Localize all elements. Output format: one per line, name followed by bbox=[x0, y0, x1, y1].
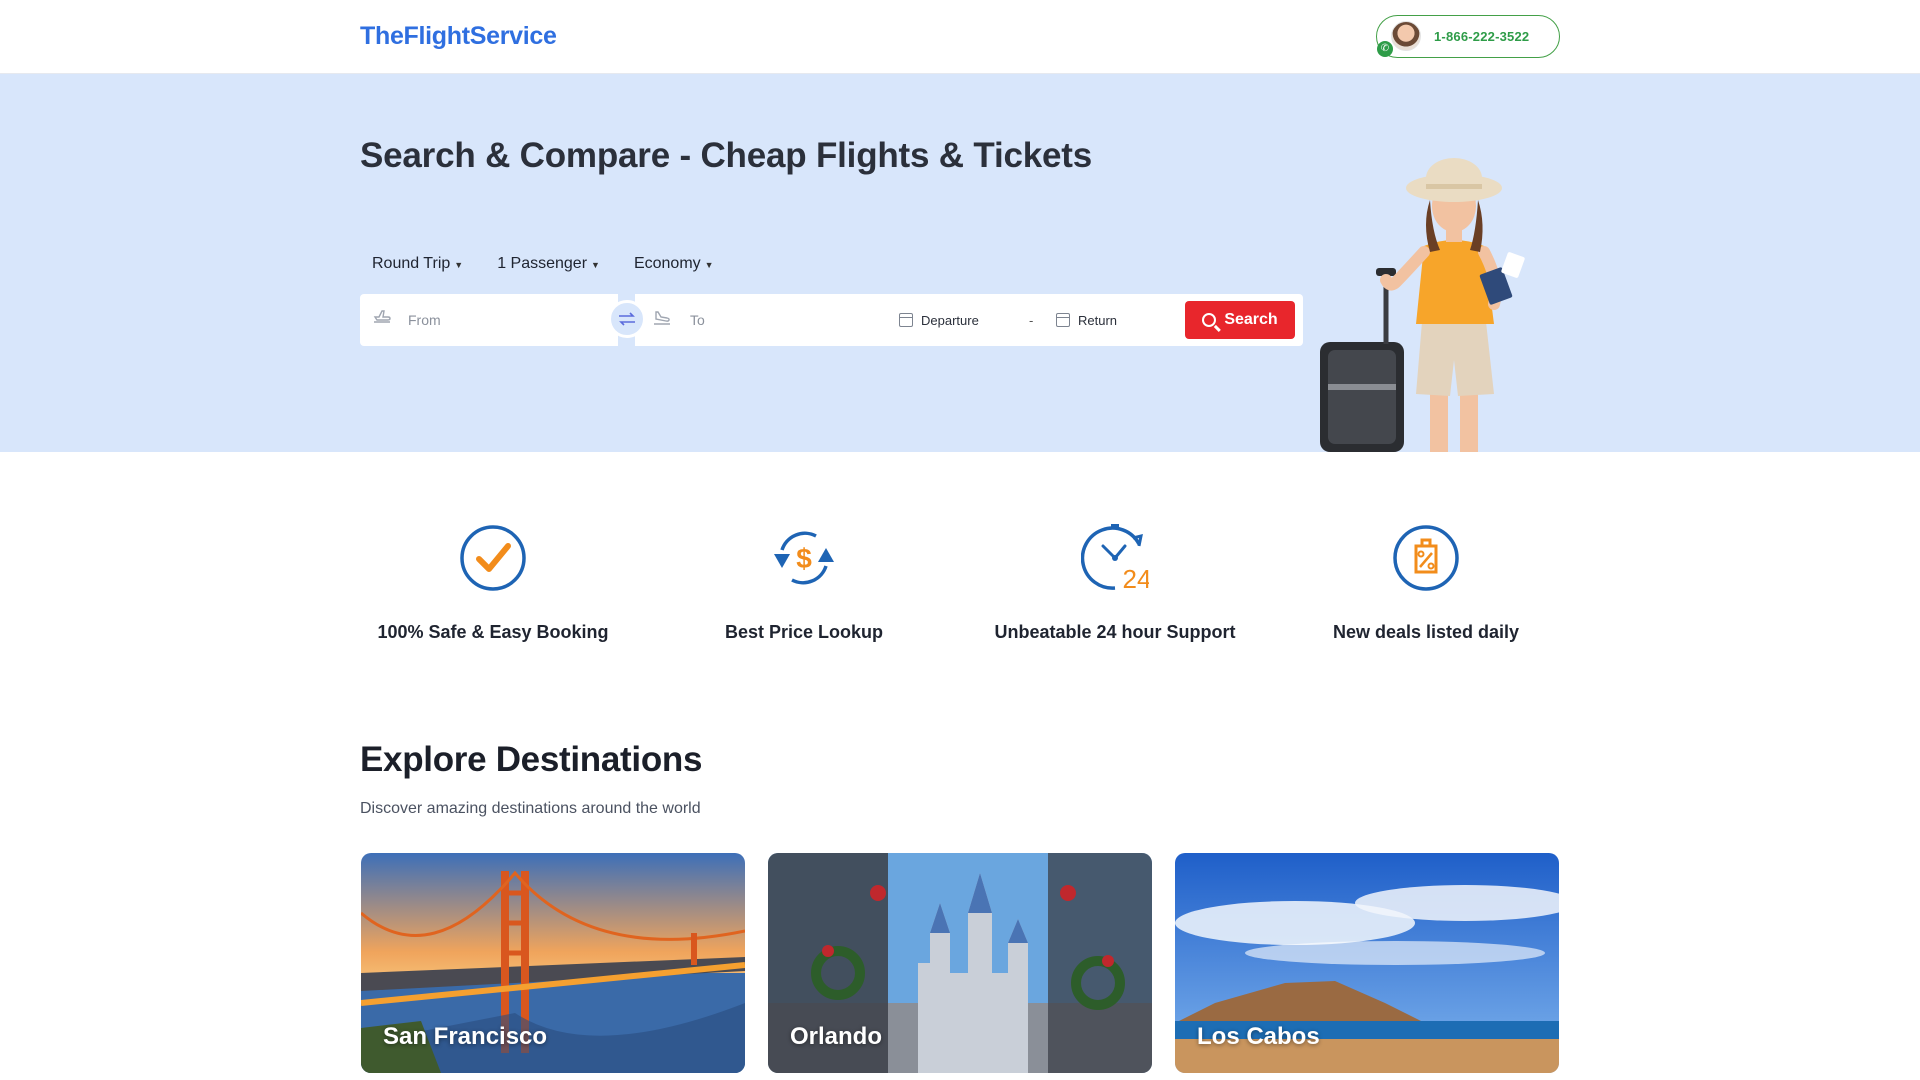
to-placeholder[interactable]: To bbox=[690, 312, 705, 328]
destination-name: Los Cabos bbox=[1197, 1023, 1320, 1050]
from-placeholder: From bbox=[408, 312, 441, 328]
chevron-down-icon: ▼ bbox=[704, 260, 714, 270]
feature-safe-booking: 100% Safe & Easy Booking bbox=[363, 524, 623, 645]
hero-search-section: Search & Compare - Cheap Flights & Ticke… bbox=[0, 74, 1920, 452]
date-separator: - bbox=[1029, 313, 1034, 328]
destination-card-los-cabos[interactable]: Los Cabos bbox=[1175, 853, 1559, 1073]
from-field[interactable]: From bbox=[360, 294, 618, 346]
check-circle-icon bbox=[460, 525, 526, 591]
feature-label: Best Price Lookup bbox=[724, 622, 884, 642]
page-title: Search & Compare - Cheap Flights & Ticke… bbox=[360, 136, 1092, 175]
trip-type-dropdown[interactable]: Round Trip ▼ bbox=[360, 255, 475, 273]
chevron-down-icon: ▼ bbox=[591, 260, 600, 270]
swap-airports-button[interactable] bbox=[608, 300, 646, 338]
feature-label: New deals listed daily bbox=[1332, 622, 1520, 642]
passenger-label: 1 Passenger bbox=[497, 255, 588, 272]
cabin-class-dropdown[interactable]: Economy ▼ bbox=[622, 255, 726, 273]
feature-best-price: $ Best Price Lookup bbox=[674, 524, 934, 645]
feature-support: 24 Unbeatable 24 hour Support bbox=[985, 524, 1245, 645]
section-title: Explore Destinations bbox=[360, 740, 703, 779]
cabin-class-label: Economy bbox=[633, 255, 701, 272]
feature-label: Unbeatable 24 hour Support bbox=[994, 622, 1236, 642]
destination-name: San Francisco bbox=[383, 1023, 548, 1050]
search-button[interactable]: Search bbox=[1185, 301, 1295, 339]
feature-label: 100% Safe & Easy Booking bbox=[377, 622, 609, 642]
return-field[interactable]: Return bbox=[1078, 313, 1117, 328]
svg-text:$: $ bbox=[796, 543, 812, 574]
svg-text:24: 24 bbox=[1123, 564, 1149, 592]
section-subtitle: Discover amazing destinations around the… bbox=[360, 800, 701, 817]
search-icon bbox=[1202, 313, 1217, 327]
chevron-down-icon: ▼ bbox=[454, 260, 464, 270]
destination-name: Orlando bbox=[790, 1023, 883, 1050]
deal-tag-icon bbox=[1393, 525, 1459, 591]
calendar-icon bbox=[1056, 313, 1070, 327]
call-phone-button[interactable]: ✆ 1-866-222-3522 bbox=[1376, 15, 1560, 58]
swap-arrows-icon bbox=[619, 312, 635, 326]
trip-type-label: Round Trip bbox=[372, 255, 451, 272]
departure-field[interactable]: Departure bbox=[921, 313, 979, 328]
traveler-illustration bbox=[1320, 158, 1525, 452]
site-logo[interactable]: TheFlightService bbox=[360, 22, 557, 51]
trip-options: Round Trip ▼ 1 Passenger ▼ Economy ▼ bbox=[360, 255, 726, 273]
calendar-icon bbox=[899, 313, 913, 327]
price-refresh-icon: $ bbox=[774, 531, 834, 585]
site-header: TheFlightService ✆ 1-866-222-3522 bbox=[0, 0, 1920, 74]
feature-new-deals: New deals listed daily bbox=[1296, 524, 1556, 645]
search-button-label: Search bbox=[1224, 311, 1278, 328]
destination-card-orlando[interactable]: Orlando bbox=[768, 853, 1152, 1073]
plane-landing-icon bbox=[652, 308, 672, 331]
24-hour-clock-icon: 24 bbox=[1080, 524, 1151, 594]
phone-number: 1-866-222-3522 bbox=[1434, 29, 1530, 44]
destination-card-san-francisco[interactable]: San Francisco bbox=[361, 853, 745, 1073]
agent-avatar bbox=[1391, 21, 1421, 51]
passenger-dropdown[interactable]: 1 Passenger ▼ bbox=[485, 255, 612, 273]
plane-takeoff-icon bbox=[372, 308, 392, 331]
phone-icon: ✆ bbox=[1377, 41, 1393, 57]
